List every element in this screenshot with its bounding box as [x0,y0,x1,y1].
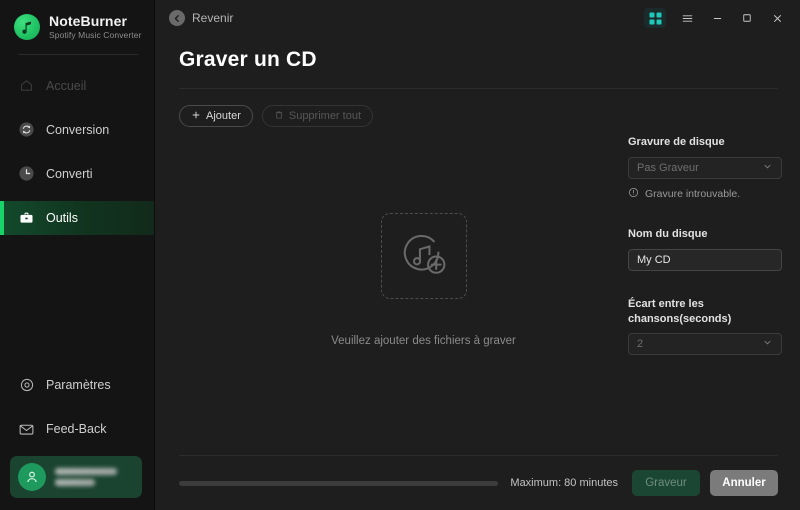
maximize-icon[interactable] [734,6,760,30]
cancel-button[interactable]: Annuler [710,470,778,496]
page-content: Graver un CD Ajouter Supprimer tout Veui… [155,36,800,510]
gear-icon [18,377,35,394]
chevron-down-icon [762,337,773,351]
max-duration-label: Maximum: 80 minutes [510,477,618,489]
gap-select[interactable]: 2 [628,333,782,356]
burner-warning: Gravure introuvable. [628,187,782,201]
window-controls [644,6,790,30]
account-name-masked [55,468,117,475]
sidebar-item-label: Feed-Back [46,422,107,436]
clock-icon [18,165,35,182]
sidebar-bottom: Paramètres Feed-Back [0,368,154,510]
account-card[interactable] [10,456,142,498]
page-title: Graver un CD [179,48,317,71]
brand-title: NoteBurner [49,13,128,29]
sidebar-nav: Accueil Conversion Converti Outils [0,69,154,235]
panel-gap [628,271,782,297]
envelope-icon [18,421,35,438]
hamburger-menu-icon[interactable] [674,6,700,30]
sidebar-item-label: Outils [46,210,78,225]
sidebar-item-accueil[interactable]: Accueil [0,69,154,103]
sidebar-item-parametres[interactable]: Paramètres [0,368,154,402]
sidebar-item-label: Paramètres [46,378,111,392]
gap-select-value: 2 [637,338,644,351]
content-body: Veuillez ajouter des fichiers à graver G… [179,127,782,455]
refresh-icon [18,121,35,138]
burn-button[interactable]: Graveur [632,470,700,496]
account-masked-info [55,468,117,486]
user-icon [18,463,46,491]
home-icon [18,77,35,94]
sidebar-item-label: Conversion [46,122,110,137]
add-music-disc-icon[interactable] [380,213,467,299]
exclamation-circle-icon [628,187,639,201]
sidebar: NoteBurner Spotify Music Converter Accue… [0,0,155,510]
brand-logo-block: NoteBurner Spotify Music Converter [0,0,154,41]
burner-label: Gravure de disque [628,136,725,148]
capacity-progress-bar[interactable] [179,480,499,486]
minimize-icon[interactable] [704,6,730,30]
chevron-down-icon [762,161,773,175]
nav-gap [0,402,154,412]
main-area: Revenir Graver un CD Ajouter Supprimer t… [155,0,800,510]
burner-select[interactable]: Pas Graveur [628,156,782,179]
apps-grid-icon[interactable] [644,8,666,28]
dropzone-hint: Veuillez ajouter des fichiers à graver [331,335,516,347]
sidebar-item-label: Accueil [46,78,87,93]
brand-subtitle: Spotify Music Converter [49,30,142,41]
nav-gap [0,147,154,157]
sidebar-item-converti[interactable]: Converti [0,157,154,191]
close-icon[interactable] [764,6,790,30]
arrow-left-circle-icon [169,10,185,26]
back-button[interactable]: Revenir [169,10,233,26]
sidebar-item-outils[interactable]: Outils [0,200,154,235]
back-button-label: Revenir [192,11,234,25]
burn-settings-panel: Gravure de disque Pas Graveur Gravure in… [628,135,782,356]
disc-name-value: My CD [637,253,671,266]
burner-select-value: Pas Graveur [637,161,699,174]
panel-gap [628,201,782,227]
nav-gap [0,103,154,113]
title-divider [179,88,778,89]
nav-gap [0,191,154,201]
title-bar: Revenir [155,0,800,36]
brand-divider [18,53,138,55]
application-window: NoteBurner Spotify Music Converter Accue… [0,0,800,510]
briefcase-icon [18,209,35,226]
burner-warning-text: Gravure introuvable. [645,187,741,200]
disc-name-label: Nom du disque [628,227,708,240]
disc-name-input[interactable]: My CD [628,248,782,271]
sidebar-item-label: Converti [46,166,93,181]
account-plan-masked [55,479,95,486]
sidebar-item-feedback[interactable]: Feed-Back [0,412,154,446]
music-note-icon [14,14,40,41]
footer-bar: Maximum: 80 minutes Graveur Annuler [179,456,778,510]
gap-label: Écart entre les chansons(seconds) [628,297,732,325]
sidebar-item-conversion[interactable]: Conversion [0,113,154,147]
